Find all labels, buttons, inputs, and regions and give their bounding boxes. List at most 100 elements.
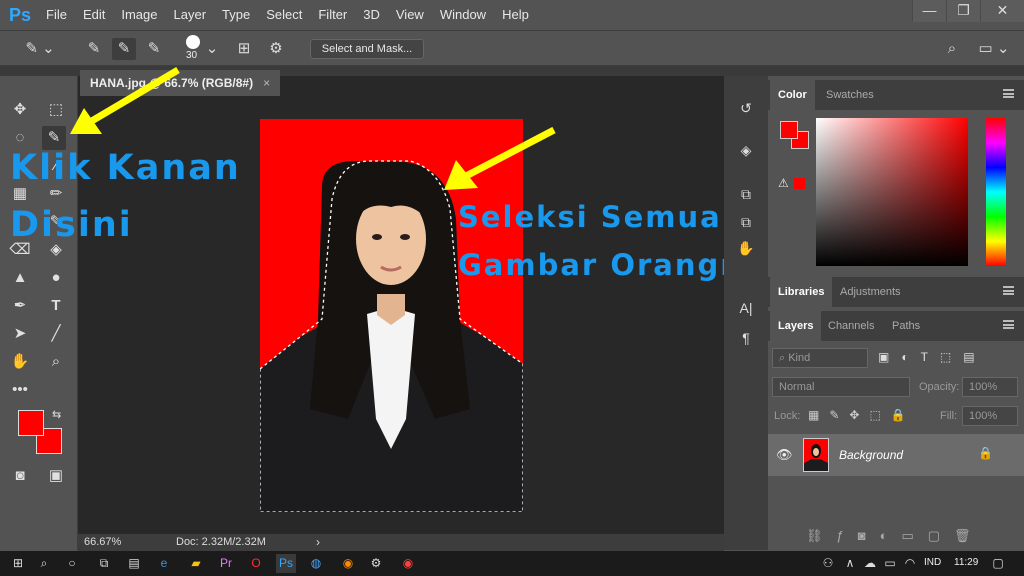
menu-image[interactable]: Image <box>113 0 165 30</box>
task-view-icon[interactable]: ⧉ <box>94 554 114 573</box>
subtract-from-selection-icon[interactable]: ✎ <box>142 38 166 60</box>
clone-source-icon[interactable]: ⧉ <box>734 210 758 234</box>
premiere-icon[interactable]: Pr <box>216 554 236 573</box>
minimize-button[interactable]: — <box>912 0 946 22</box>
tray-chevron-icon[interactable]: ∧ <box>840 554 860 573</box>
restore-button[interactable]: ❐ <box>946 0 980 22</box>
opera-icon[interactable]: O <box>246 554 266 573</box>
lock-icons[interactable]: ▦✎✥⬚🔒 <box>808 408 916 422</box>
dodge-tool-icon[interactable]: ● <box>44 266 68 290</box>
line-tool-icon[interactable]: ╱ <box>44 322 68 346</box>
tab-paths[interactable]: Paths <box>884 311 928 341</box>
sample-all-layers-icon[interactable]: ⊞ <box>232 38 256 60</box>
settings-icon[interactable]: ⚙ <box>366 554 386 573</box>
gamut-swatch[interactable] <box>794 178 805 189</box>
firefox-icon[interactable]: ◉ <box>338 554 358 573</box>
app-icon[interactable]: ◉ <box>398 554 418 573</box>
menu-file[interactable]: File <box>38 0 75 30</box>
pen-tool-icon[interactable]: ✒ <box>8 294 32 318</box>
quick-mask-icon[interactable]: ◙ <box>8 464 32 488</box>
lasso-tool-icon[interactable]: ◌ <box>8 126 32 150</box>
layer-name[interactable]: Background <box>839 448 903 462</box>
blur-tool-icon[interactable]: ▲ <box>8 266 32 290</box>
photoshop-taskbar-icon[interactable]: Ps <box>276 554 296 573</box>
eye-icon[interactable]: 👁 <box>776 447 793 463</box>
paragraph-panel-icon[interactable]: ¶ <box>734 326 758 350</box>
type-tool-icon[interactable]: T <box>44 294 68 318</box>
screen-mode-icon[interactable]: ▣ <box>44 464 68 488</box>
browser-icon[interactable]: ◍ <box>306 554 326 573</box>
search-taskbar-icon[interactable]: ⌕ <box>34 554 54 573</box>
more-tools-icon[interactable]: ••• <box>8 378 32 402</box>
layer-filter-kind[interactable]: ⌕ Kind <box>772 348 868 368</box>
close-window-button[interactable]: ✕ <box>980 0 1024 22</box>
menu-filter[interactable]: Filter <box>310 0 355 30</box>
character-panel-icon[interactable]: A| <box>734 296 758 320</box>
menu-view[interactable]: View <box>388 0 432 30</box>
add-to-selection-icon[interactable]: ✎ <box>112 38 136 60</box>
menu-type[interactable]: Type <box>214 0 258 30</box>
color-field[interactable] <box>816 118 968 266</box>
edge-icon[interactable]: e <box>154 554 174 573</box>
new-selection-icon[interactable]: ✎ <box>82 38 106 60</box>
close-tab-icon[interactable]: × <box>263 76 270 90</box>
opacity-field[interactable]: 100% <box>962 377 1018 397</box>
layer-row-background[interactable]: 👁 Background 🔒 <box>768 434 1024 476</box>
tab-adjustments[interactable]: Adjustments <box>832 277 909 307</box>
layer-filter-placeholder: Kind <box>788 352 811 364</box>
menu-3d[interactable]: 3D <box>355 0 388 30</box>
tab-layers[interactable]: Layers <box>770 311 822 341</box>
brush-tip-icon[interactable] <box>186 35 200 49</box>
cloud-icon[interactable]: ☁ <box>860 554 880 573</box>
brush-settings-icon[interactable]: ⧉ <box>734 182 758 206</box>
libraries-panel-menu-icon[interactable] <box>1003 286 1014 295</box>
clock[interactable]: 11:29 <box>954 557 978 568</box>
menu-bar: Ps File Edit Image Layer Type Select Fil… <box>0 0 1024 30</box>
layer-actions-icons[interactable]: ⛓ƒ◙◐▭▢🗑 <box>806 528 985 544</box>
zoom-tool-icon[interactable]: ⌕ <box>44 350 68 374</box>
layer-filter-icons[interactable]: ▣◐T⬚▤ <box>878 350 987 364</box>
wifi-icon[interactable]: ◠ <box>900 554 920 573</box>
folder-icon[interactable]: ▰ <box>186 554 206 573</box>
hand-tool-icon[interactable]: ✋ <box>8 350 32 374</box>
fill-field[interactable]: 100% <box>962 406 1018 426</box>
explorer-icon[interactable]: ▤ <box>124 554 144 573</box>
tab-swatches[interactable]: Swatches <box>818 80 882 110</box>
layers-panel-menu-icon[interactable] <box>1003 320 1014 329</box>
tool-presets-icon[interactable]: ✋ <box>734 236 758 260</box>
notification-icon[interactable]: ▢ <box>988 554 1008 573</box>
gamut-warning-icon[interactable]: ⚠ <box>778 176 789 190</box>
language-indicator[interactable]: IND <box>924 557 941 568</box>
brush-picker-chevron-icon[interactable]: ⌄ <box>204 38 220 60</box>
menu-edit[interactable]: Edit <box>75 0 113 30</box>
color-panel-menu-icon[interactable] <box>1003 89 1014 98</box>
fill-label: Fill: <box>940 410 958 422</box>
swap-colors-icon[interactable]: ⇆ <box>52 408 61 421</box>
tool-preset-picker[interactable]: ✎ ⌄ <box>20 38 60 60</box>
select-and-mask-button[interactable]: Select and Mask... <box>310 39 424 59</box>
3d-panel-icon[interactable]: ◈ <box>734 138 758 162</box>
hue-slider[interactable] <box>986 118 1006 266</box>
battery-icon[interactable]: ▭ <box>880 554 900 573</box>
blend-mode-select[interactable]: Normal <box>772 377 910 397</box>
tab-color[interactable]: Color <box>770 80 815 110</box>
people-icon[interactable]: ⚇ <box>818 554 838 573</box>
zoom-level[interactable]: 66.67% <box>84 536 121 548</box>
menu-window[interactable]: Window <box>432 0 494 30</box>
search-icon[interactable]: ⌕ <box>940 38 964 60</box>
color-fg-swatch[interactable] <box>780 121 798 139</box>
cortana-icon[interactable]: ○ <box>62 554 82 573</box>
foreground-color-swatch[interactable] <box>18 410 44 436</box>
auto-enhance-icon[interactable]: ⚙ <box>264 38 288 60</box>
move-tool-icon[interactable]: ✥ <box>8 98 32 122</box>
workspace-switcher-icon[interactable]: ▭ ⌄ <box>976 38 1012 60</box>
tab-libraries[interactable]: Libraries <box>770 277 833 307</box>
path-selection-icon[interactable]: ➤ <box>8 322 32 346</box>
windows-start-icon[interactable]: ⊞ <box>8 554 28 573</box>
menu-select[interactable]: Select <box>258 0 310 30</box>
tab-channels[interactable]: Channels <box>820 311 882 341</box>
menu-help[interactable]: Help <box>494 0 537 30</box>
history-panel-icon[interactable]: ↺ <box>734 96 758 120</box>
menu-layer[interactable]: Layer <box>166 0 215 30</box>
status-expand-icon[interactable]: › <box>316 535 320 549</box>
